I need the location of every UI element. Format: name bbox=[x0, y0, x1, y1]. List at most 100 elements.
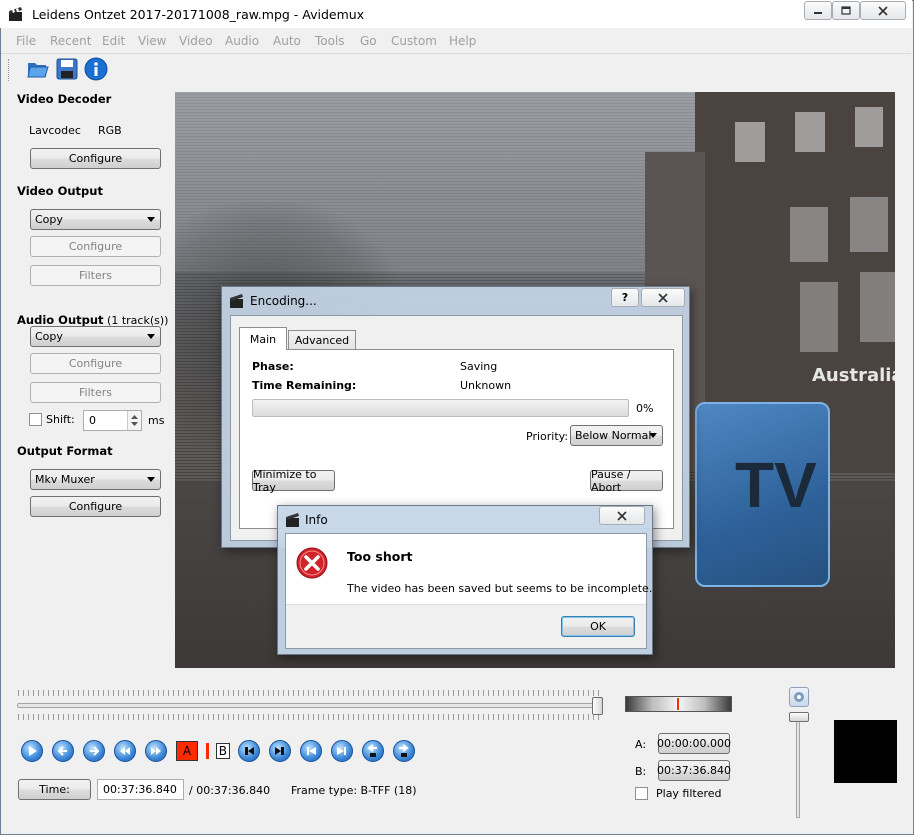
last-frame-icon bbox=[337, 747, 346, 755]
info-close-button[interactable] bbox=[599, 506, 645, 525]
save-icon[interactable] bbox=[55, 57, 79, 81]
volume-handle[interactable] bbox=[789, 712, 809, 722]
play-filtered-label: Play filtered bbox=[656, 787, 722, 800]
audio-output-heading: Audio Output (1 track(s)) bbox=[17, 313, 168, 327]
timeline-ticks-top bbox=[18, 690, 602, 696]
encoding-close-button[interactable] bbox=[641, 288, 685, 307]
info-icon[interactable] bbox=[84, 57, 108, 81]
volume-button[interactable] bbox=[789, 687, 809, 707]
audio-configure-button[interactable]: Configure bbox=[30, 353, 161, 374]
chevron-down-icon bbox=[649, 433, 657, 438]
shift-value: 0 bbox=[89, 414, 96, 427]
info-dialog-title: Info bbox=[305, 513, 328, 527]
play-filtered-checkbox[interactable] bbox=[635, 787, 648, 800]
video-filters-button[interactable]: Filters bbox=[30, 265, 161, 286]
menu-tools[interactable]: Tools bbox=[315, 34, 345, 48]
previous-black-frame-icon bbox=[245, 747, 254, 755]
decoder-codec: Lavcodec bbox=[29, 124, 81, 137]
next-keyframe-button[interactable] bbox=[393, 740, 415, 762]
open-folder-icon[interactable] bbox=[26, 57, 50, 81]
previous-frame-icon bbox=[57, 746, 67, 756]
video-configure-button[interactable]: Configure bbox=[30, 236, 161, 257]
minimize-to-tray-button[interactable]: Minimize to Tray bbox=[252, 468, 335, 494]
total-time: / 00:37:36.840 bbox=[189, 784, 271, 797]
set-marker-b-icon: B bbox=[215, 743, 230, 759]
audio-output-title: Audio Output bbox=[17, 313, 104, 327]
pause-abort-button[interactable]: Pause / Abort bbox=[590, 468, 663, 494]
toolbar bbox=[1, 53, 911, 83]
tab-main[interactable]: Main bbox=[239, 327, 287, 350]
shift-label: Shift: bbox=[46, 413, 75, 426]
muxer-select[interactable]: Mkv Muxer bbox=[30, 469, 161, 490]
maximize-button[interactable] bbox=[832, 1, 860, 20]
menu-view[interactable]: View bbox=[138, 34, 166, 48]
previous-black-frame-button[interactable] bbox=[238, 740, 260, 762]
menu-auto[interactable]: Auto bbox=[273, 34, 301, 48]
shift-input[interactable]: 0 bbox=[83, 410, 142, 431]
current-time-field[interactable]: 00:37:36.840 bbox=[97, 779, 184, 800]
minimize-button[interactable] bbox=[804, 1, 832, 20]
set-marker-b-button[interactable]: B bbox=[203, 741, 230, 761]
video-window bbox=[795, 112, 825, 152]
menu-go[interactable]: Go bbox=[360, 34, 377, 48]
maximize-icon bbox=[841, 5, 851, 15]
video-codec-select[interactable]: Copy bbox=[30, 209, 161, 230]
decoder-format: RGB bbox=[98, 124, 122, 137]
menu-audio[interactable]: Audio bbox=[225, 34, 259, 48]
fast-forward-button[interactable] bbox=[145, 740, 167, 762]
first-frame-button[interactable] bbox=[300, 740, 322, 762]
marker-b-label: B: bbox=[635, 765, 647, 778]
close-icon bbox=[658, 292, 668, 303]
ok-button[interactable]: OK bbox=[561, 616, 635, 637]
menu-video[interactable]: Video bbox=[179, 34, 213, 48]
set-marker-a-icon: A bbox=[182, 744, 192, 758]
close-button[interactable] bbox=[860, 1, 906, 20]
decoder-configure-button[interactable]: Configure bbox=[30, 148, 161, 169]
time-button[interactable]: Time: bbox=[18, 779, 91, 800]
menu-recent[interactable]: Recent bbox=[50, 34, 91, 48]
encoding-help-button[interactable]: ? bbox=[611, 288, 639, 307]
next-black-frame-button[interactable] bbox=[269, 740, 291, 762]
set-marker-a-button[interactable]: A bbox=[176, 741, 198, 761]
previous-frame-button[interactable] bbox=[52, 740, 74, 762]
video-window bbox=[850, 197, 888, 252]
audio-codec-select[interactable]: Copy bbox=[30, 326, 161, 347]
shift-checkbox[interactable] bbox=[29, 413, 42, 426]
menu-custom[interactable]: Custom bbox=[391, 34, 437, 48]
video-sign-text: Australia bbox=[812, 365, 895, 386]
info-heading: Too short bbox=[347, 549, 413, 564]
speaker-icon bbox=[794, 692, 804, 702]
last-frame-button[interactable] bbox=[331, 740, 353, 762]
phase-value: Saving bbox=[460, 360, 498, 373]
phase-label: Phase: bbox=[252, 360, 294, 373]
previous-keyframe-button[interactable] bbox=[362, 740, 384, 762]
muxer-configure-button[interactable]: Configure bbox=[30, 496, 161, 517]
video-tv-text: TV bbox=[735, 449, 817, 521]
video-window bbox=[800, 282, 838, 352]
video-output-heading: Video Output bbox=[17, 184, 103, 198]
app-clapperboard-icon bbox=[285, 512, 301, 528]
first-frame-icon bbox=[307, 747, 316, 755]
volume-track[interactable] bbox=[796, 718, 800, 818]
timeline-handle[interactable] bbox=[592, 697, 603, 715]
tab-advanced[interactable]: Advanced bbox=[288, 330, 356, 350]
rewind-button[interactable] bbox=[114, 740, 136, 762]
info-dialog-body: Too short The video has been saved but s… bbox=[285, 533, 652, 649]
priority-select[interactable]: Below Normal bbox=[570, 425, 663, 446]
time-remaining-value: Unknown bbox=[460, 379, 512, 392]
marker-a-value-button[interactable]: 00:00:00.000 bbox=[657, 733, 731, 754]
play-button[interactable] bbox=[21, 740, 43, 762]
jog-shuttle[interactable] bbox=[625, 696, 732, 712]
timeline-track[interactable] bbox=[17, 703, 603, 708]
priority-value: Below Normal bbox=[575, 429, 652, 442]
info-dialog: Info Too short The video has been saved … bbox=[277, 505, 653, 655]
video-window bbox=[860, 272, 895, 342]
audio-filters-button[interactable]: Filters bbox=[30, 382, 161, 403]
menu-file[interactable]: File bbox=[16, 34, 36, 48]
next-frame-button[interactable] bbox=[83, 740, 105, 762]
menu-edit[interactable]: Edit bbox=[102, 34, 125, 48]
chevron-down-icon bbox=[147, 477, 155, 482]
menu-help[interactable]: Help bbox=[449, 34, 476, 48]
spin-buttons[interactable] bbox=[127, 411, 141, 430]
marker-b-value-button[interactable]: 00:37:36.840 bbox=[657, 760, 731, 781]
